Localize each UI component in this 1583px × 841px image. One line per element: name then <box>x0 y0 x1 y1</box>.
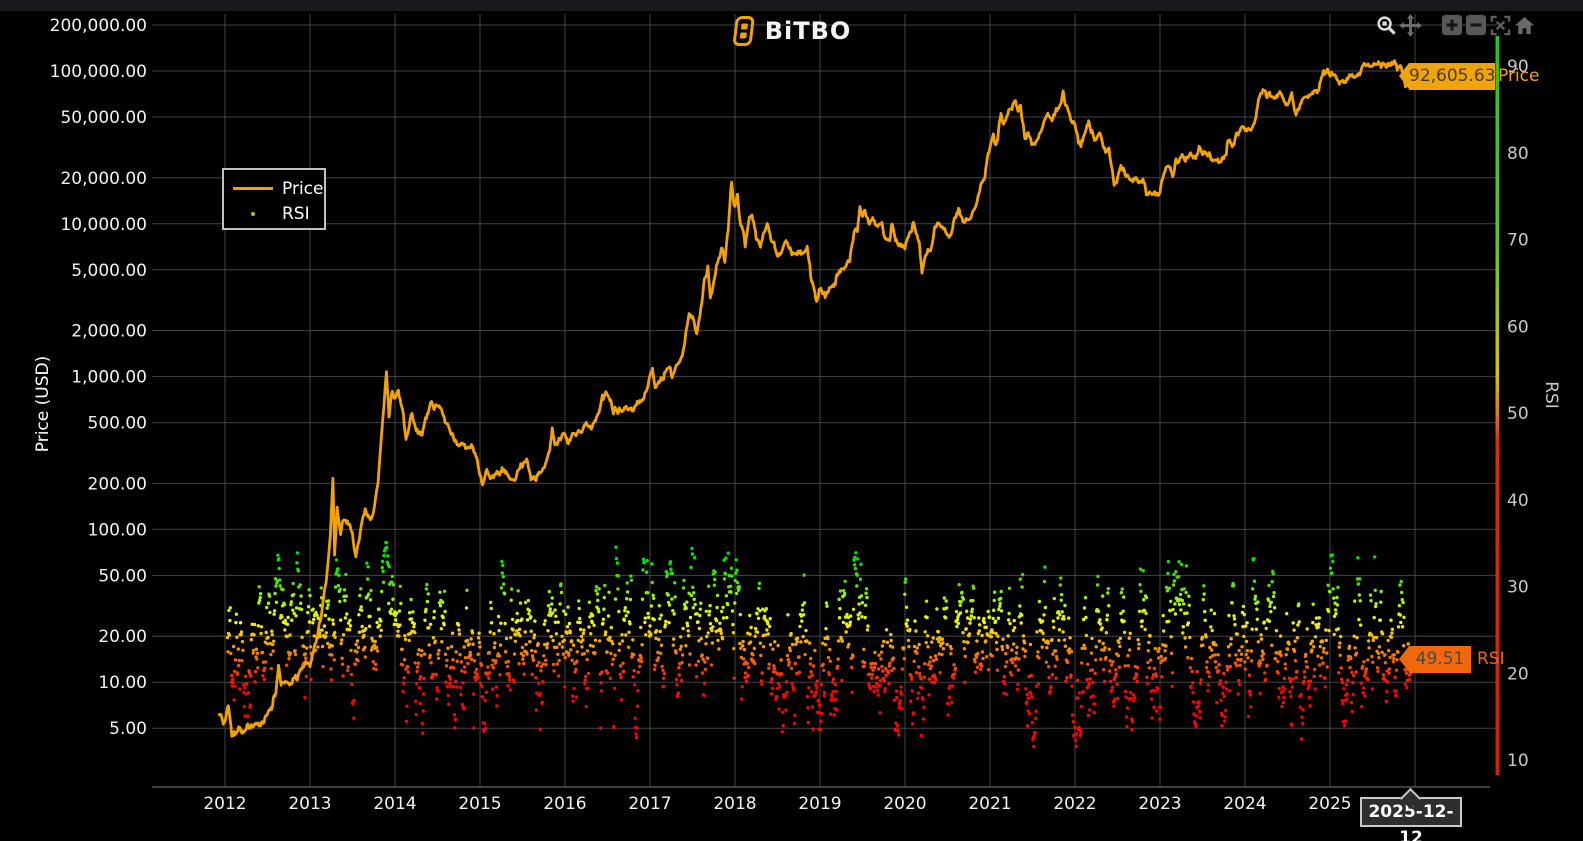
svg-text:2024: 2024 <box>1223 794 1266 814</box>
rsi-flag-label: RSI <box>1477 649 1505 669</box>
rsi-value-flag: 49.51 <box>1399 646 1471 673</box>
autoscale-icon <box>1490 15 1510 35</box>
svg-text:50,000.00: 50,000.00 <box>60 108 147 128</box>
rsi-dot-swatch <box>251 211 255 216</box>
price-value: 92,605.63 <box>1409 66 1496 86</box>
plus-square-icon <box>1441 14 1463 36</box>
svg-text:2025: 2025 <box>1308 794 1351 814</box>
legend[interactable]: Price RSI <box>222 168 326 230</box>
svg-text:2022: 2022 <box>1053 794 1096 814</box>
svg-text:2,000.00: 2,000.00 <box>71 322 147 342</box>
svg-text:20.00: 20.00 <box>98 627 147 647</box>
svg-text:10: 10 <box>1507 751 1529 771</box>
svg-text:50.00: 50.00 <box>98 566 147 586</box>
pan-tool-button[interactable] <box>1398 13 1422 37</box>
svg-text:30: 30 <box>1507 578 1529 598</box>
price-flag-label: Price <box>1498 66 1540 86</box>
svg-text:10,000.00: 10,000.00 <box>60 215 147 235</box>
svg-text:2020: 2020 <box>883 794 926 814</box>
svg-text:20: 20 <box>1507 664 1529 684</box>
svg-text:60: 60 <box>1507 317 1529 337</box>
legend-item-price[interactable]: Price <box>230 176 324 201</box>
modebar <box>1374 13 1536 37</box>
svg-text:2016: 2016 <box>543 794 586 814</box>
plot-area[interactable]: 200,000.00 100,000.00 50,000.00 20,000.00 10… <box>0 0 1583 841</box>
svg-text:40: 40 <box>1507 491 1529 511</box>
y-axis-title-price: Price (USD) <box>33 355 53 453</box>
svg-text:5,000.00: 5,000.00 <box>71 261 147 281</box>
reset-axes-button[interactable] <box>1512 13 1536 37</box>
zoom-tool-button[interactable] <box>1374 13 1398 37</box>
svg-text:2018: 2018 <box>713 794 756 814</box>
svg-text:80: 80 <box>1507 144 1529 164</box>
svg-text:2013: 2013 <box>288 794 331 814</box>
legend-label-rsi: RSI <box>282 203 310 224</box>
svg-text:2017: 2017 <box>628 794 671 814</box>
svg-text:10.00: 10.00 <box>98 673 147 693</box>
svg-text:100,000.00: 100,000.00 <box>50 62 147 82</box>
date-flag: 2025-12-12 <box>1360 787 1462 841</box>
minus-square-icon <box>1465 14 1487 36</box>
svg-text:2019: 2019 <box>798 794 841 814</box>
legend-label-price: Price <box>282 178 324 199</box>
price-line-swatch <box>233 187 273 190</box>
svg-text:100.00: 100.00 <box>88 520 147 540</box>
zoom-out-button[interactable] <box>1464 13 1488 37</box>
svg-text:200.00: 200.00 <box>88 474 147 494</box>
svg-text:70: 70 <box>1507 231 1529 251</box>
svg-text:200,000.00: 200,000.00 <box>50 16 147 36</box>
rsi-value: 49.51 <box>1415 649 1465 669</box>
svg-text:2015: 2015 <box>458 794 501 814</box>
y-axis-title-rsi: RSI <box>1541 381 1561 409</box>
svg-text:50: 50 <box>1507 404 1529 424</box>
svg-text:5.00: 5.00 <box>109 719 147 739</box>
zoom-in-button[interactable] <box>1440 13 1464 37</box>
pan-arrows-icon <box>1398 13 1422 37</box>
svg-text:2023: 2023 <box>1138 794 1181 814</box>
price-value-flag: 92,605.63 <box>1399 63 1496 90</box>
svg-text:2014: 2014 <box>373 794 416 814</box>
magnifier-icon <box>1376 15 1396 35</box>
svg-text:2021: 2021 <box>968 794 1011 814</box>
svg-text:500.00: 500.00 <box>88 414 147 434</box>
svg-text:1,000.00: 1,000.00 <box>71 368 147 388</box>
legend-item-rsi[interactable]: RSI <box>230 201 324 226</box>
autoscale-button[interactable] <box>1488 13 1512 37</box>
chart-root: 200,000.00 100,000.00 50,000.00 20,000.00 10… <box>0 0 1583 841</box>
home-icon <box>1514 16 1534 34</box>
svg-text:2012: 2012 <box>203 794 246 814</box>
svg-text:20,000.00: 20,000.00 <box>60 169 147 189</box>
